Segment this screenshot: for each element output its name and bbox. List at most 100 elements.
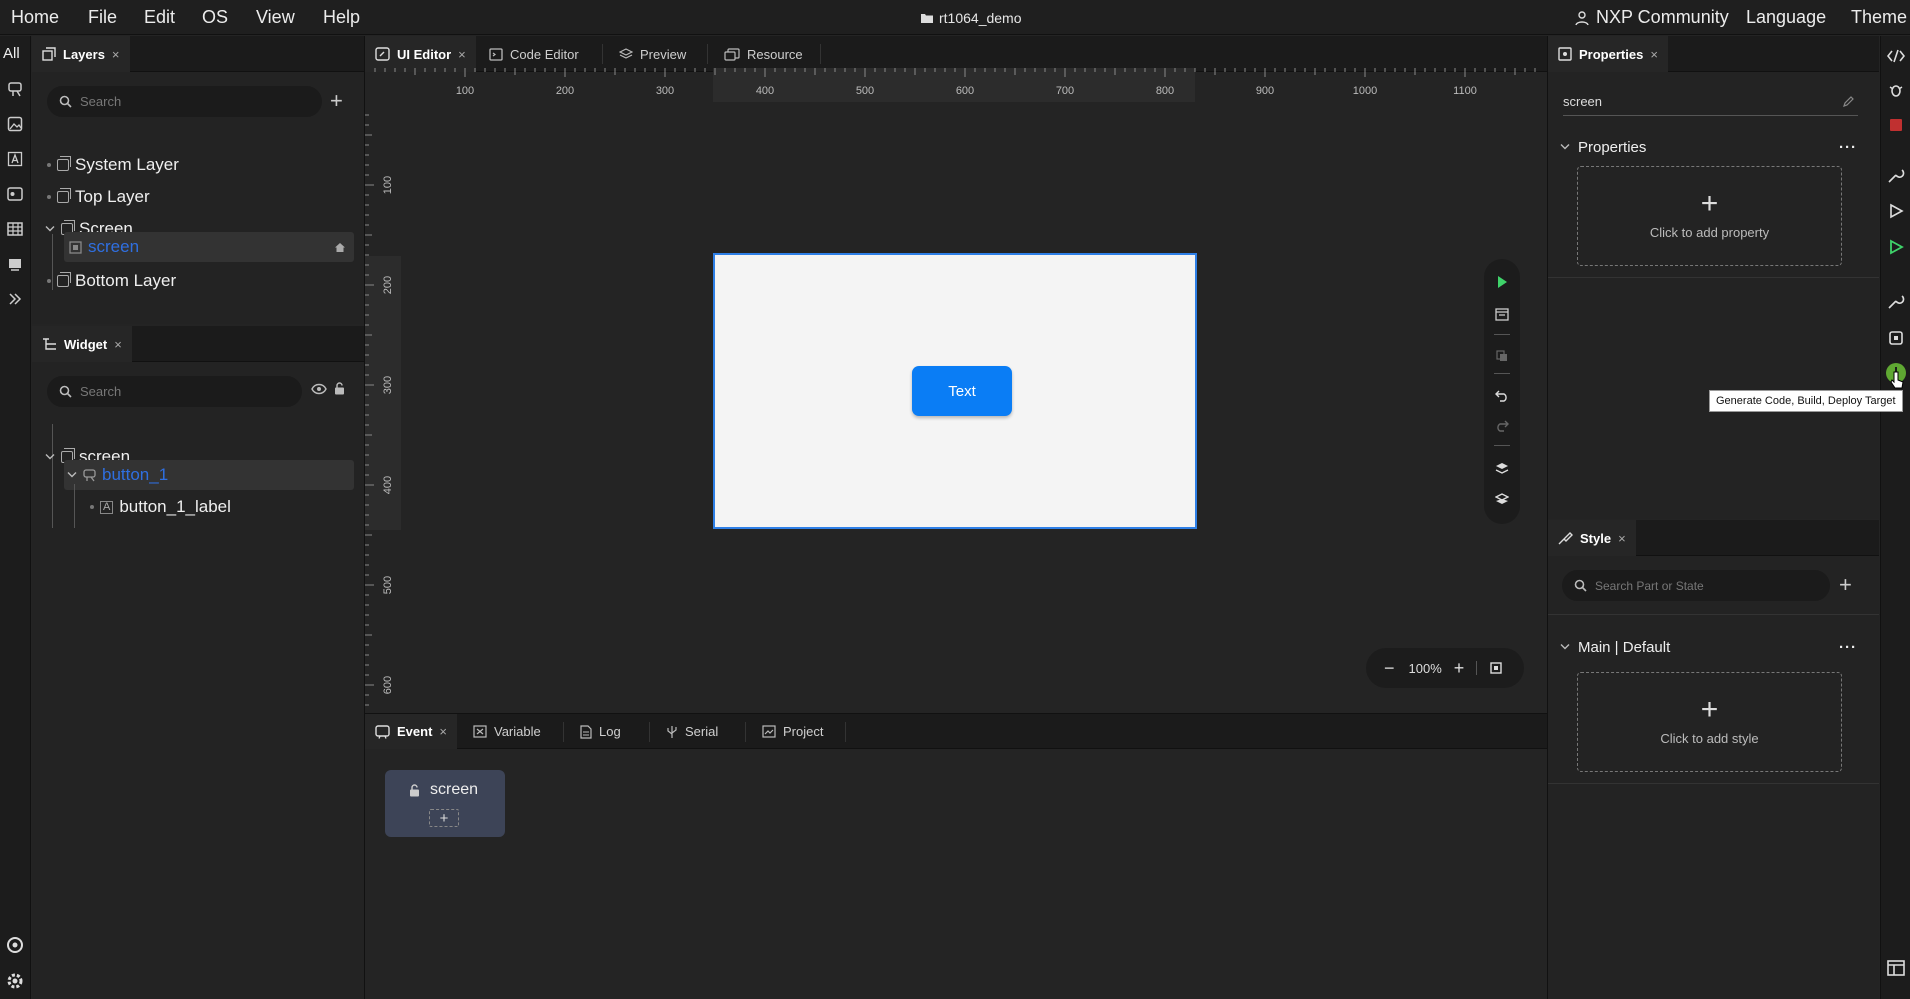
canvas-button[interactable]: Text [912,366,1012,416]
style-section-header[interactable]: Main | Default ··· [1560,636,1865,658]
tab-widget-label: Widget [64,336,108,352]
tab-variable[interactable]: Variable [463,714,551,749]
lock-icon [409,783,420,797]
tab-resource[interactable]: Resource [714,36,813,72]
stop-icon[interactable] [1884,113,1908,137]
layer-item-screen-child[interactable]: screen [64,232,354,262]
add-property-label: Click to add property [1649,224,1770,240]
tab-style[interactable]: Style × [1548,520,1636,556]
expand-more-icon[interactable] [2,286,28,312]
canvas-button-label[interactable]: Text [948,383,976,400]
code-icon[interactable] [1884,44,1908,68]
tab-properties[interactable]: Properties × [1548,36,1668,72]
widget-name-field[interactable]: screen [1563,88,1858,116]
properties-icon [1558,47,1572,61]
ui-editor-icon [375,47,390,61]
event-card[interactable]: screen + [385,770,505,837]
tools-icon[interactable] [1884,290,1908,314]
build-icon[interactable] [1884,164,1908,188]
close-icon[interactable]: × [1650,47,1658,62]
menu-help[interactable]: Help [323,0,360,35]
project-icon [762,725,776,738]
widget-search-input[interactable]: Search [47,376,302,407]
layers-search-input[interactable]: Search [47,86,322,117]
close-icon[interactable]: × [458,47,466,62]
add-style-state-button[interactable]: + [1839,572,1852,598]
close-icon[interactable]: × [112,47,120,62]
close-icon[interactable]: × [114,337,122,352]
layout-icon[interactable] [1884,956,1908,980]
redo-icon[interactable] [1487,413,1517,439]
layer-icon [57,272,71,287]
undo-icon[interactable] [1487,383,1517,409]
close-icon[interactable]: × [1618,531,1626,546]
ruler-label: 400 [756,85,774,97]
deploy-icon[interactable] [1884,199,1908,223]
edit-icon[interactable] [1842,95,1854,108]
zoom-in-button[interactable]: + [1454,658,1465,679]
layer-up-icon[interactable] [1487,455,1517,481]
tab-log[interactable]: Log [570,714,631,749]
run-icon[interactable] [1487,269,1517,295]
copy-icon[interactable] [1487,343,1517,369]
menu-theme[interactable]: Theme [1851,0,1907,35]
community-link[interactable]: NXP Community [1574,0,1729,35]
settings-icon[interactable] [2,968,28,994]
bug-icon[interactable] [1884,78,1908,102]
chevron-down-icon[interactable] [67,471,77,479]
chevron-down-icon[interactable] [45,225,55,233]
menu-file[interactable]: File [88,0,117,35]
more-icon[interactable]: ··· [1839,139,1857,156]
lock-icon[interactable] [334,382,345,395]
fit-screen-icon[interactable] [1490,662,1502,674]
tab-code-editor[interactable]: Code Editor [479,36,589,72]
style-search-input[interactable]: Search Part or State [1562,570,1830,601]
toolbar-divider [1494,334,1510,335]
menu-edit[interactable]: Edit [144,0,175,35]
chip-icon[interactable] [1884,326,1908,350]
menu-language[interactable]: Language [1746,0,1826,35]
home-icon[interactable] [334,242,346,253]
text-icon[interactable] [2,146,28,172]
tab-serial[interactable]: Serial [656,714,728,749]
layer-item-top[interactable]: Top Layer [47,182,367,212]
image-icon[interactable] [2,111,28,137]
menu-view[interactable]: View [256,0,295,35]
document-icon [580,724,592,739]
panel-icon[interactable] [1487,301,1517,327]
table-icon[interactable] [2,216,28,242]
add-layer-button[interactable]: + [330,88,343,114]
palette-icon[interactable] [2,932,28,958]
tab-widget[interactable]: Widget × [32,326,132,362]
widget-icon[interactable] [2,76,28,102]
menu-os[interactable]: OS [202,0,228,35]
zoom-out-button[interactable]: − [1384,658,1395,679]
project-name: rt1064_demo [939,9,1022,26]
screen-canvas[interactable]: Text [713,253,1197,529]
tab-layers[interactable]: Layers × [32,36,130,72]
tab-event[interactable]: Event × [365,714,457,749]
section-divider [1548,783,1879,784]
tab-preview[interactable]: Preview [609,36,696,72]
menu-home[interactable]: Home [11,0,59,35]
menu-bar: Home File Edit OS View Help rt1064_demo … [0,0,1910,35]
more-icon[interactable]: ··· [1839,639,1857,656]
close-icon[interactable]: × [439,724,447,739]
layer-item-bottom[interactable]: Bottom Layer [47,266,367,296]
card-icon[interactable] [2,181,28,207]
add-style-button[interactable]: + Click to add style [1577,672,1842,772]
all-widgets-tab[interactable]: All [3,45,20,62]
display-icon[interactable] [2,251,28,277]
tab-ui-editor[interactable]: UI Editor × [365,36,476,72]
layer-down-icon[interactable] [1487,486,1517,512]
eye-icon[interactable] [311,383,327,395]
chevron-down-icon[interactable] [45,453,55,461]
widget-item-label[interactable]: A button_1_label [90,492,350,522]
add-property-button[interactable]: + Click to add property [1577,166,1842,266]
tab-project[interactable]: Project [752,714,833,749]
run-icon[interactable] [1884,235,1908,259]
properties-section-header[interactable]: Properties ··· [1560,136,1865,158]
add-event-button[interactable]: + [429,809,459,827]
widget-item-button[interactable]: button_1 [64,460,354,490]
layer-item-system[interactable]: System Layer [47,150,367,180]
